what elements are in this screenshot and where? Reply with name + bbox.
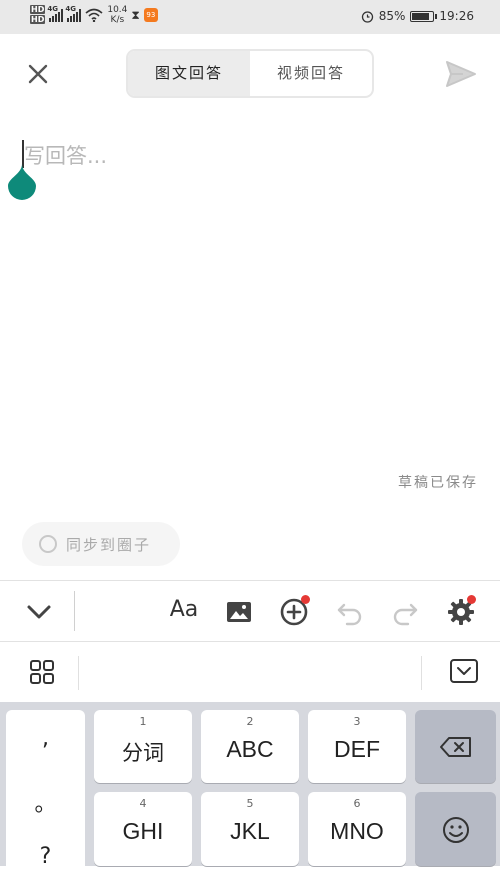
emoji-key[interactable] [415, 792, 496, 866]
hd-label-2: HD [30, 15, 46, 24]
status-left: HD HD 4G 4G 10.4 K/s ⧗ 93 [30, 5, 158, 25]
network-speed: 10.4 K/s [107, 5, 127, 25]
punct-period-key[interactable]: 。 [6, 786, 85, 818]
battery-icon [410, 10, 438, 22]
network-speed-value: 10.4 [107, 5, 128, 15]
add-notification-dot [301, 595, 310, 604]
close-icon[interactable] [26, 62, 50, 86]
ime-separator [78, 656, 79, 690]
tab-image-text-answer[interactable]: 图文回答 [128, 51, 250, 96]
key-label: MNO [330, 818, 384, 844]
key-1-segment[interactable]: 1 分词 [94, 710, 192, 783]
punct-comma-key[interactable]: , [6, 726, 85, 751]
clock: 19:26 [439, 9, 474, 23]
undo-icon[interactable] [335, 597, 365, 627]
key-number: 1 [139, 715, 147, 728]
network-type-1: 4G [47, 5, 58, 13]
signal-icon-1: 4G [47, 5, 64, 22]
hd-label-1: HD [30, 5, 46, 14]
key-2-abc[interactable]: 2 ABC [201, 710, 299, 783]
backspace-icon [440, 737, 471, 757]
keyboard: , 。 ? 1 分词 2 ABC 3 DEF 4 GHI 5 JKL 6 MNO [0, 702, 500, 874]
backspace-key[interactable] [415, 710, 496, 783]
sync-radio-icon[interactable] [39, 535, 57, 553]
sync-to-circle-toggle[interactable]: 同步到圈子 [22, 522, 180, 566]
answer-editor[interactable]: 写回答... [24, 140, 107, 170]
draft-status: 草稿已保存 [398, 475, 478, 491]
key-3-def[interactable]: 3 DEF [308, 710, 406, 783]
network-type-2: 4G [65, 5, 76, 13]
punctuation-column: , 。 ? [6, 710, 85, 874]
hide-keyboard-icon[interactable] [449, 658, 479, 684]
key-6-mno[interactable]: 6 MNO [308, 792, 406, 866]
status-bar: HD HD 4G 4G 10.4 K/s ⧗ 93 85% 19:26 [0, 0, 500, 34]
key-number: 2 [246, 715, 254, 728]
key-label: JKL [230, 818, 270, 844]
apps-grid-icon[interactable] [28, 658, 56, 686]
wifi-icon [85, 8, 103, 22]
key-number: 6 [353, 797, 361, 810]
key-label: ABC [226, 736, 274, 762]
cursor-handle-icon[interactable] [8, 164, 36, 200]
emoji-smiley-icon [443, 817, 469, 843]
key-number: 3 [353, 715, 361, 728]
sync-label: 同步到圈子 [66, 535, 152, 554]
key-5-jkl[interactable]: 5 JKL [201, 792, 299, 866]
collapse-chevron-icon[interactable] [24, 597, 54, 627]
alarm-icon [361, 10, 373, 23]
battery-percent: 85% [378, 9, 406, 23]
key-label: 分词 [122, 741, 164, 765]
settings-notification-dot [467, 595, 476, 604]
editor-toolbar: Aa [0, 581, 500, 641]
redo-icon[interactable] [390, 597, 420, 627]
status-right: 85% 19:26 [361, 9, 474, 23]
ime-separator [421, 656, 422, 690]
image-icon[interactable] [224, 597, 254, 627]
toolbar-separator [74, 591, 75, 631]
font-style-button[interactable]: Aa [167, 597, 201, 622]
ime-candidate-bar [0, 642, 500, 702]
punct-question-key[interactable]: ? [6, 844, 85, 869]
key-4-ghi[interactable]: 4 GHI [94, 792, 192, 866]
hourglass-icon: ⧗ [131, 7, 140, 22]
signal-icon-2: 4G [65, 5, 82, 22]
key-number: 4 [139, 797, 147, 810]
key-label: DEF [334, 736, 380, 762]
answer-type-tabs: 图文回答 视频回答 [126, 49, 374, 98]
send-icon[interactable] [445, 60, 477, 88]
key-number: 5 [246, 797, 254, 810]
network-speed-unit: K/s [110, 15, 125, 25]
tab-video-answer[interactable]: 视频回答 [250, 51, 372, 96]
key-label: GHI [122, 818, 164, 844]
app-notification-icon: 93 [143, 8, 158, 22]
hd-indicator: HD HD [30, 5, 46, 25]
